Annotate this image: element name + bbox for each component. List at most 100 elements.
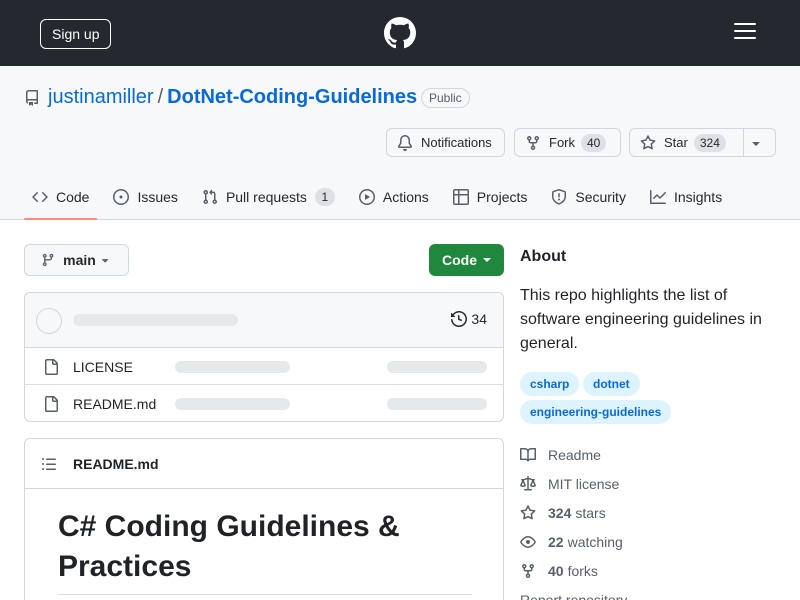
tab-label: Pull requests — [225, 189, 307, 205]
file-row[interactable]: LICENSE — [25, 348, 503, 385]
fork-button[interactable]: Fork 40 — [514, 128, 621, 157]
visibility-badge: Public — [421, 88, 470, 108]
fork-icon — [527, 135, 539, 150]
readme-heading: C# Coding Guidelines & Practices — [58, 510, 400, 583]
issue-icon — [113, 189, 130, 205]
about-heading: About — [520, 248, 567, 265]
sign-up-button[interactable]: Sign up — [40, 19, 112, 49]
loading-placeholder — [73, 314, 238, 326]
book-icon — [520, 447, 536, 462]
fork-counter: 40 — [581, 133, 607, 152]
meta-value: 324 — [548, 505, 572, 521]
tab-label: Code — [56, 189, 90, 205]
pull-request-icon — [203, 189, 217, 205]
repo-name-link[interactable]: DotNet-Coding-Guidelines — [167, 86, 417, 108]
file-name[interactable]: LICENSE — [73, 359, 133, 375]
repository-header: justinamiller / DotNet-Coding-Guidelines P… — [0, 66, 800, 220]
play-icon — [358, 189, 375, 205]
hamburger-menu-icon[interactable] — [734, 23, 756, 41]
meta-value: 22 — [548, 534, 564, 550]
star-label: Star — [664, 135, 688, 150]
graph-icon — [649, 190, 666, 204]
file-icon — [45, 359, 58, 375]
triangle-down-icon — [101, 259, 109, 263]
tab-label: Actions — [382, 189, 429, 205]
repo-icon — [25, 90, 38, 106]
divider — [58, 594, 472, 595]
commit-count: 34 — [471, 311, 487, 327]
code-icon — [32, 191, 48, 203]
path-separator: / — [157, 86, 164, 108]
latest-commit-bar: 34 — [25, 293, 503, 348]
loading-placeholder — [387, 398, 487, 410]
readme-header: README.md — [25, 439, 503, 489]
site-header: Sign up — [0, 0, 800, 66]
topic-tag[interactable]: dotnet — [583, 372, 640, 396]
branch-selector-button[interactable]: main — [24, 244, 129, 276]
file-listing: 34 LICENSE README.md — [24, 292, 504, 422]
star-icon — [640, 134, 656, 149]
tab-label: Issues — [137, 189, 178, 205]
history-icon — [451, 311, 468, 327]
star-icon — [520, 505, 536, 520]
pull-requests-counter: 1 — [314, 188, 335, 206]
readme-filename[interactable]: README.md — [73, 456, 159, 472]
commit-history-link[interactable]: 34 — [451, 311, 487, 327]
tab-label: Insights — [673, 189, 723, 205]
loading-placeholder — [175, 361, 290, 373]
repo-nav-tabs: Code Issues Pull requests 1 Actions Proj… — [24, 174, 738, 220]
readme-link[interactable]: Readme — [520, 447, 601, 463]
star-button[interactable]: Star 324 — [629, 128, 744, 157]
star-counter: 324 — [693, 133, 726, 152]
eye-icon — [520, 536, 536, 548]
repo-breadcrumb: justinamiller / DotNet-Coding-Guidelines — [48, 86, 417, 109]
file-row[interactable]: README.md — [25, 385, 503, 421]
triangle-down-icon — [751, 141, 760, 146]
notifications-button[interactable]: Notifications — [386, 128, 505, 157]
star-list-dropdown-button[interactable] — [743, 128, 776, 157]
caret-down-icon — [483, 258, 491, 262]
readme-panel: README.md C# Coding Guidelines & Practic… — [24, 438, 504, 600]
topic-tag[interactable]: csharp — [520, 372, 580, 396]
tab-projects[interactable]: Projects — [445, 174, 536, 220]
about-description: This repo highlights the list of softwar… — [520, 287, 762, 352]
fork-icon — [522, 564, 534, 579]
tab-pull-requests[interactable]: Pull requests 1 — [194, 174, 343, 220]
tab-label: Security — [575, 189, 626, 205]
table-icon — [452, 189, 469, 205]
code-download-button[interactable]: Code — [429, 244, 504, 276]
tab-security[interactable]: Security — [543, 174, 634, 220]
report-label: Report repository — [520, 592, 628, 600]
repo-owner-link[interactable]: justinamiller — [48, 86, 154, 108]
meta-label: MIT license — [548, 476, 620, 492]
forks-link[interactable]: 40 forks — [520, 563, 598, 579]
list-unordered-icon[interactable] — [41, 456, 57, 472]
bell-icon — [397, 134, 412, 151]
meta-value: 40 — [548, 563, 564, 579]
code-button-label: Code — [442, 252, 477, 268]
report-repository-link[interactable]: Report repository — [520, 592, 627, 600]
meta-label: watching — [567, 534, 623, 550]
avatar — [36, 308, 62, 334]
tab-issues[interactable]: Issues — [105, 174, 185, 220]
loading-placeholder — [387, 361, 487, 373]
tab-code[interactable]: Code — [24, 174, 98, 220]
meta-label: stars — [575, 505, 606, 521]
topic-tag[interactable]: engineering-guidelines — [520, 400, 672, 424]
watchers-link[interactable]: 22 watching — [520, 534, 623, 550]
shield-icon — [552, 189, 567, 205]
meta-label: Readme — [548, 447, 601, 463]
tab-actions[interactable]: Actions — [351, 174, 437, 220]
law-icon — [520, 476, 536, 491]
meta-label: forks — [567, 563, 598, 579]
file-icon — [45, 396, 58, 412]
license-link[interactable]: MIT license — [520, 476, 619, 492]
fork-label: Fork — [549, 135, 575, 150]
github-logo-icon[interactable] — [384, 17, 416, 49]
git-branch-icon — [42, 253, 54, 267]
file-name[interactable]: README.md — [73, 396, 156, 412]
tab-insights[interactable]: Insights — [642, 174, 730, 220]
stars-link[interactable]: 324 stars — [520, 505, 606, 521]
tab-label: Projects — [476, 189, 528, 205]
loading-placeholder — [175, 398, 290, 410]
